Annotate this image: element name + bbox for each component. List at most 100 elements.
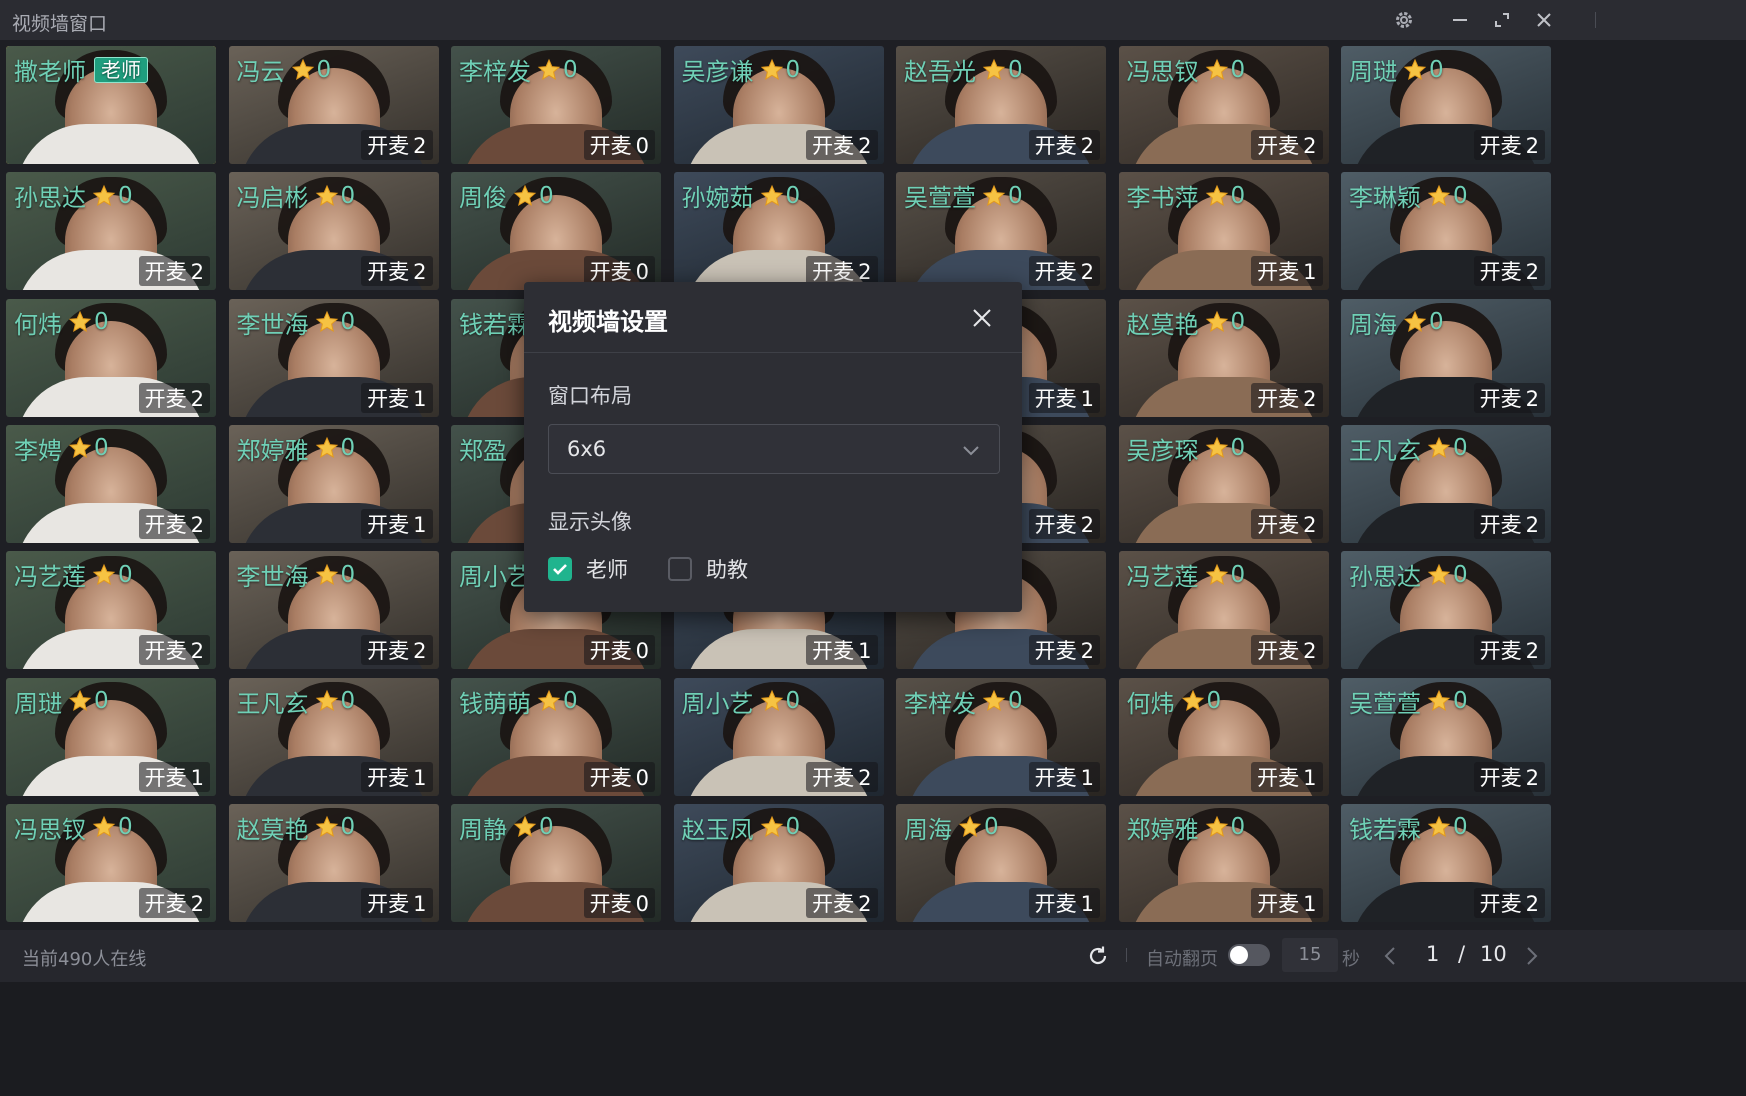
teacher-checkbox[interactable]: 老师 — [548, 554, 628, 584]
titlebar-divider — [1595, 12, 1596, 28]
participant-name-text: 郑婷雅 — [236, 436, 309, 465]
participant-name: 周海 0 — [904, 810, 999, 845]
student-video-tile[interactable]: 吴萱萱 0 开麦 2 — [1341, 677, 1551, 796]
star-icon — [1205, 437, 1228, 459]
star-score: 0 — [563, 688, 578, 714]
participant-name: 赵吾光 0 — [904, 52, 1023, 87]
participant-name-text: 郑盈 — [459, 436, 507, 465]
participant-name-text: 周小艺 — [459, 563, 531, 592]
student-video-tile[interactable]: 郑婷雅 0 开麦 1 — [228, 424, 439, 543]
star-score: 0 — [1453, 561, 1468, 588]
student-video-tile[interactable]: 周俊 0 开麦 0 — [451, 172, 661, 291]
student-video-tile[interactable]: 李琳颖 0 开麦 2 — [1341, 172, 1551, 291]
mic-count: 开麦 1 — [1251, 761, 1323, 792]
gear-icon[interactable] — [1390, 6, 1418, 34]
layout-select[interactable]: 6x6 — [548, 424, 1000, 474]
participant-name: 赵玉凤 0 — [682, 810, 801, 845]
refresh-icon[interactable] — [1086, 944, 1110, 968]
mic-label: 开麦 — [1257, 512, 1300, 537]
student-video-tile[interactable]: 周小艺 0 开麦 2 — [673, 677, 884, 796]
student-video-tile[interactable]: 吴彦谦 0 开麦 2 — [673, 46, 884, 164]
star-icon — [760, 184, 783, 206]
student-video-tile[interactable]: 李梓发 0 开麦 0 — [451, 46, 661, 164]
student-video-tile[interactable]: 王凡玄 0 开麦 2 — [1341, 424, 1551, 543]
student-video-tile[interactable]: 李梓发 0 开麦 1 — [896, 677, 1106, 796]
mic-number: 1 — [1303, 891, 1317, 916]
student-video-tile[interactable]: 周海 0 开麦 1 — [896, 803, 1106, 922]
student-video-tile[interactable]: 何炜 0 开麦 1 — [1118, 677, 1329, 796]
student-video-tile[interactable]: 周海 0 开麦 2 — [1341, 298, 1551, 417]
star-score: 0 — [984, 814, 999, 841]
student-video-tile[interactable]: 吴彦琛 0 开麦 2 — [1118, 424, 1329, 543]
mic-label: 开麦 — [1479, 512, 1522, 537]
star-score: 0 — [785, 56, 801, 83]
student-video-tile[interactable]: 赵吾光 0 开麦 2 — [896, 46, 1106, 164]
mic-label: 开麦 — [367, 765, 410, 790]
student-video-tile[interactable]: 赵玉凤 0 开麦 2 — [673, 803, 884, 922]
assistant-checkbox[interactable]: 助教 — [668, 554, 748, 584]
mic-count: 开麦 2 — [1251, 130, 1323, 160]
student-video-tile[interactable]: 李世海 0 开麦 1 — [228, 298, 439, 417]
participant-name: 吴彦琛 0 — [1127, 431, 1246, 466]
student-video-tile[interactable]: 周琎 0 开麦 2 — [1341, 46, 1551, 164]
student-video-tile[interactable]: 冯思钗 0 开麦 2 — [1118, 46, 1329, 164]
student-video-tile[interactable]: 孙思达 0 开麦 2 — [1341, 551, 1551, 670]
student-video-tile[interactable]: 冯艺莲 0 开麦 2 — [6, 551, 216, 670]
student-video-tile[interactable]: 冯启彬 0 开麦 2 — [228, 172, 439, 291]
star-icon — [982, 58, 1006, 80]
student-video-tile[interactable]: 赵莫艳 0 开麦 1 — [228, 803, 439, 922]
mic-number: 2 — [858, 134, 872, 158]
participant-name: 钱若霖 0 — [1349, 810, 1468, 845]
star-score: 0 — [118, 182, 133, 209]
chevron-right-icon[interactable] — [1520, 944, 1542, 968]
star-score: 0 — [1453, 688, 1468, 714]
participant-name-text: 冯艺莲 — [1126, 563, 1199, 592]
student-video-tile[interactable]: 王凡玄 0 开麦 1 — [228, 677, 439, 796]
student-video-tile[interactable]: 孙思达 0 开麦 2 — [6, 172, 216, 291]
seconds-input[interactable]: 15 — [1282, 938, 1338, 972]
participant-name-text: 撒老师 — [14, 58, 86, 86]
student-video-tile[interactable]: 钱萌萌 0 开麦 0 — [451, 677, 661, 796]
student-video-tile[interactable]: 冯思钗 0 开麦 2 — [6, 803, 216, 922]
chevron-left-icon[interactable] — [1380, 944, 1402, 968]
mic-number: 1 — [1303, 260, 1317, 285]
close-icon[interactable] — [1530, 6, 1558, 34]
toggle-knob — [1230, 946, 1248, 964]
student-video-tile[interactable]: 冯云 0 开麦 2 — [228, 46, 439, 164]
participant-name: 李世海 0 — [237, 305, 356, 340]
student-video-tile[interactable]: 何炜 0 开麦 2 — [6, 298, 216, 417]
student-video-tile[interactable]: 钱若霖 0 开麦 2 — [1341, 803, 1551, 922]
student-video-tile[interactable]: 李娉 0 开麦 2 — [6, 424, 216, 543]
mic-count: 开麦 1 — [806, 635, 878, 666]
teacher-video-tile[interactable]: 撒老师 老师 — [6, 46, 216, 164]
mic-count: 开麦 2 — [1028, 635, 1100, 666]
student-video-tile[interactable]: 郑婷雅 0 开麦 1 — [1118, 803, 1329, 922]
mic-number: 2 — [413, 134, 427, 158]
mic-number: 2 — [1303, 512, 1317, 537]
student-video-tile[interactable]: 吴萱萱 0 开麦 2 — [896, 172, 1106, 291]
auto-flip-toggle[interactable] — [1228, 944, 1270, 966]
participant-name-text: 钱萌萌 — [459, 689, 531, 718]
star-score: 0 — [340, 688, 356, 714]
close-icon[interactable] — [968, 304, 996, 332]
student-video-tile[interactable]: 周琎 0 开麦 1 — [6, 677, 216, 796]
mic-number: 2 — [413, 639, 427, 664]
student-video-tile[interactable]: 孙婉茹 0 开麦 2 — [673, 172, 884, 291]
student-video-tile[interactable]: 李书萍 0 开麦 1 — [1118, 172, 1329, 291]
participant-name-text: 吴萱萱 — [904, 184, 976, 213]
mic-label: 开麦 — [812, 765, 855, 790]
minimize-icon[interactable] — [1446, 6, 1474, 34]
mic-count: 开麦 1 — [1028, 382, 1100, 413]
mic-number: 2 — [1080, 260, 1094, 285]
participant-name-text: 周琎 — [1349, 58, 1397, 86]
participant-name: 李琳颖 0 — [1349, 178, 1468, 213]
student-video-tile[interactable]: 李世海 0 开麦 2 — [228, 551, 439, 670]
fullscreen-icon[interactable] — [1488, 6, 1516, 34]
mic-number: 1 — [1303, 765, 1317, 790]
star-score: 0 — [1453, 182, 1468, 209]
student-video-tile[interactable]: 冯艺莲 0 开麦 2 — [1118, 551, 1329, 670]
online-count: 当前490人在线 — [22, 949, 147, 970]
student-video-tile[interactable]: 周静 0 开麦 0 — [451, 803, 661, 922]
star-score: 0 — [1008, 56, 1023, 83]
student-video-tile[interactable]: 赵莫艳 0 开麦 2 — [1118, 298, 1329, 417]
